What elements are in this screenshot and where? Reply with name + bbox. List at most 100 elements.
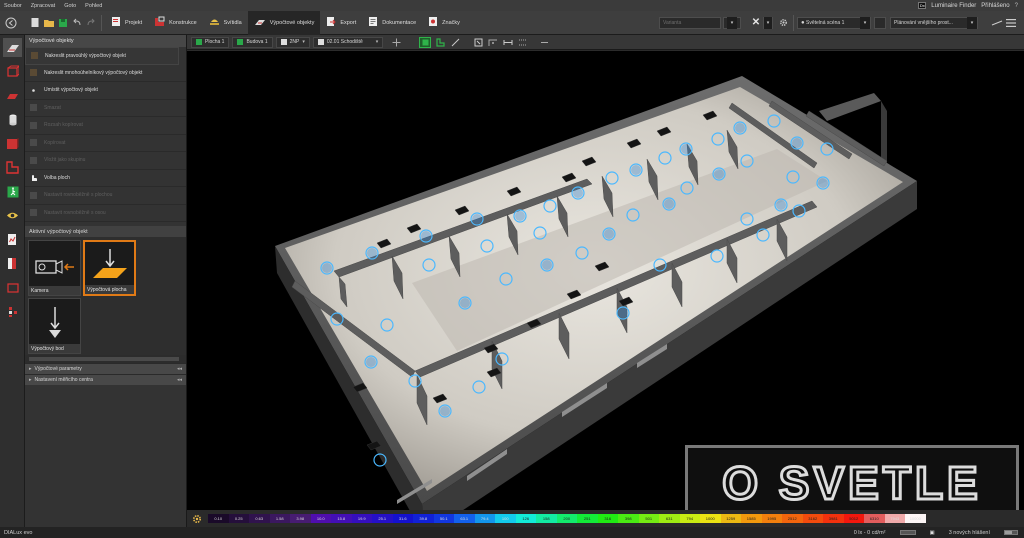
measure-icon[interactable] [990, 16, 1004, 30]
legend-settings-icon[interactable] [191, 513, 203, 525]
floor-plan-icon[interactable] [3, 158, 22, 177]
plan-view-icon[interactable] [434, 37, 446, 48]
rectangle-icon[interactable] [3, 278, 22, 297]
tab-markers[interactable]: Značky [422, 11, 466, 35]
section-calculation-parameters[interactable]: ▸ Výpočtové parametry ◂◂ [25, 363, 186, 374]
tool-draw-polygonal[interactable]: Nakreslit mnohoúhelníkový výpočtový obje… [25, 65, 186, 82]
floor-icon[interactable] [3, 86, 22, 105]
delete-icon [29, 103, 38, 112]
cylinder-icon[interactable] [3, 110, 22, 129]
breadcrumb-room[interactable]: 02.01 Schodiště ▾ [312, 36, 384, 48]
luminaire-finder-link[interactable]: Luminaire Finder [931, 3, 976, 9]
menu-file[interactable]: Soubor [4, 3, 22, 9]
tool-copy[interactable]: Kopírovat [25, 135, 186, 152]
menu-process[interactable]: Zpracovat [31, 3, 55, 9]
legend-value-33: 7943 [884, 514, 905, 523]
parallel-axis-icon [29, 208, 38, 217]
crumb-label: 02.01 Schodiště [326, 39, 363, 45]
tab-label: Export [340, 19, 357, 26]
legend-value-8: 25.1 [372, 514, 393, 523]
snap-grid-icon[interactable] [487, 37, 499, 48]
back-icon[interactable] [4, 16, 18, 30]
variant-select[interactable]: Varianta [659, 16, 721, 29]
save-icon[interactable] [56, 16, 70, 30]
tab-documentation[interactable]: Dokumentace [362, 11, 422, 35]
dimension-icon[interactable] [517, 37, 529, 48]
breadcrumb-building[interactable]: Budova 1 [232, 36, 273, 48]
room-icon [317, 39, 324, 45]
scroll-thumb[interactable] [29, 357, 179, 361]
3d-view-icon[interactable] [419, 36, 432, 48]
cube-room-icon[interactable] [3, 62, 22, 81]
light-scene-extra[interactable] [874, 16, 886, 29]
menu-icon[interactable] [1004, 16, 1018, 30]
new-file-icon[interactable] [28, 16, 42, 30]
menu-goto[interactable]: Goto [64, 3, 76, 9]
tab-luminaires[interactable]: Svítidla [203, 11, 248, 35]
label-toggle-icon[interactable] [538, 37, 550, 48]
breadcrumb-site[interactable]: Plocha 1 [191, 36, 230, 48]
section-measurement-center[interactable]: ▸ Nastavení měřicího centra ◂◂ [25, 374, 186, 385]
emergency-exit-icon[interactable] [3, 182, 22, 201]
close-dropdown[interactable]: ▾ [763, 16, 773, 29]
redo-icon[interactable] [84, 16, 98, 30]
panel-scrollbar[interactable] [25, 355, 186, 363]
tool-select-surfaces[interactable]: Volba ploch [25, 170, 186, 187]
false-color-legend: 0.10 0.25 0.63 1.58 3.98 10.0 15.8 19.9 25.1 31.6… [187, 510, 1024, 527]
crumb-label: Plocha 1 [205, 39, 225, 45]
variant-dropdown[interactable]: ▾ [723, 16, 741, 29]
chevron-right-icon: ▸ [29, 377, 32, 383]
tab-calculation-objects[interactable]: Výpočtové objekty [247, 10, 321, 35]
tool-range-copy[interactable]: Rozsah kopírovat [25, 117, 186, 135]
help-icon[interactable]: ? [1015, 3, 1018, 9]
object-tile-camera[interactable]: Kamera [28, 240, 81, 296]
tile-label: Kamera [29, 286, 80, 295]
camera-view-icon[interactable] [449, 37, 461, 48]
messages-link[interactable]: 3 nových hlášení [949, 530, 990, 536]
menu-view[interactable]: Pohled [85, 3, 102, 9]
building-3d-render[interactable] [187, 51, 1024, 510]
polygon-draw-icon [29, 68, 38, 77]
breadcrumb-floor[interactable]: 2NP ▾ [275, 36, 310, 48]
gear-icon[interactable] [776, 16, 790, 30]
planning-select[interactable]: Plánování vnějšího prost... ▾ [890, 16, 978, 29]
tool-label: Nakreslit mnohoúhelníkový výpočtový obje… [44, 69, 143, 76]
hand-pointer-icon [29, 173, 38, 182]
tool-parallel-surface[interactable]: Nastavit rovnoběžně s plochou [25, 187, 186, 205]
object-tile-calc-point[interactable]: Výpočtový bod [28, 298, 81, 354]
tab-construction[interactable]: Konstrukce [148, 11, 203, 35]
document-red-icon[interactable] [3, 254, 22, 273]
login-status[interactable]: Přihlášeno [981, 3, 1009, 9]
open-folder-icon[interactable] [42, 16, 56, 30]
tool-place-object[interactable]: Umístit výpočtový objekt [25, 82, 186, 100]
active-object-header: Aktivní výpočtový objekt [25, 226, 186, 237]
tool-parallel-axis[interactable]: Nastavit rovnoběžně s osou [25, 205, 186, 222]
wall-icon[interactable] [3, 134, 22, 153]
tool-label: Umístit výpočtový objekt [44, 87, 98, 94]
calculation-objects-panel: Výpočtové objekty Nakreslit pravoúhlý vý… [25, 35, 187, 527]
planning-label: Plánování vnějšího prost... [894, 19, 953, 26]
close-icon[interactable]: ✕ [749, 16, 763, 30]
tab-export[interactable]: Export [320, 11, 362, 35]
points-icon[interactable] [3, 302, 22, 321]
tab-project[interactable]: Projekt [105, 11, 148, 35]
tool-delete[interactable]: Smazat [25, 100, 186, 117]
light-scene-select[interactable]: ● Světelná scéna 1 ▾ [797, 16, 871, 29]
object-tile-calc-surface[interactable]: Výpočtová plocha [83, 240, 136, 296]
undo-icon[interactable] [70, 16, 84, 30]
construction-icon [154, 16, 165, 29]
move-icon[interactable] [390, 37, 402, 48]
measure-distance-icon[interactable] [502, 37, 514, 48]
document-chart-icon[interactable] [3, 230, 22, 249]
progress-bar [899, 530, 916, 535]
tool-draw-rectangular[interactable]: Nakreslit pravoúhlý výpočtový objekt [25, 47, 179, 65]
zoom-selection-icon[interactable] [472, 37, 484, 48]
eye-icon[interactable] [3, 206, 22, 225]
view-toolbar: Plocha 1 Budova 1 2NP ▾ 02.01 Schodiště … [187, 35, 1024, 50]
site-icon [196, 39, 202, 45]
3d-viewport[interactable]: O SVETLE [187, 51, 1024, 510]
tab-label: Výpočtové objekty [269, 19, 315, 26]
calc-surface-tool-icon[interactable] [3, 38, 22, 57]
tool-paste-group[interactable]: Vložit jako skupinu [25, 152, 186, 170]
legend-value-20: 398 [618, 514, 639, 523]
